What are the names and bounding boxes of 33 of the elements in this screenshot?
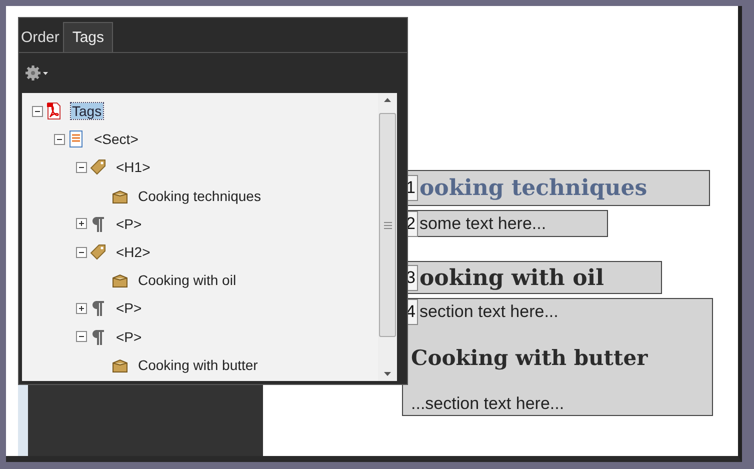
paragraph-text: some text here... [419, 214, 546, 234]
tree-item[interactable]: Tags [71, 103, 103, 120]
tree-item[interactable]: <P> [115, 328, 143, 345]
expand-toggle-icon[interactable] [54, 134, 65, 145]
expand-toggle-icon[interactable] [76, 302, 87, 314]
expand-toggle-icon[interactable] [32, 106, 43, 117]
grip-icon [384, 222, 392, 228]
heading-text: ooking techniques [419, 175, 648, 201]
tree-item[interactable]: <Sect> [93, 131, 140, 148]
pdf-icon [45, 102, 63, 120]
scrollbar[interactable] [378, 93, 397, 381]
gear-icon[interactable] [25, 65, 49, 81]
expand-toggle-icon[interactable] [76, 218, 87, 230]
document-icon [67, 130, 85, 148]
panel-tab[interactable]: Tags [63, 22, 114, 52]
expand-toggle-icon[interactable] [76, 331, 87, 342]
tree-item[interactable]: <P> [115, 300, 143, 316]
tree-item[interactable]: Cooking with butter [137, 356, 259, 373]
section-text: section text here... [419, 302, 558, 322]
tag-icon [89, 243, 107, 262]
tree-item[interactable]: <H1> [115, 159, 152, 176]
scroll-thumb[interactable] [379, 113, 396, 337]
section-heading: Cooking with butter [411, 345, 648, 370]
expand-toggle-icon[interactable] [76, 162, 87, 173]
tree-item[interactable]: <H2> [115, 244, 152, 260]
panel-tab[interactable]: Order [19, 23, 64, 52]
tree-item[interactable]: <P> [115, 216, 143, 232]
tree-item[interactable]: Cooking techniques [137, 188, 262, 204]
tag-icon [89, 158, 107, 176]
heading-text: ooking with oil [419, 264, 605, 290]
tree-item[interactable]: Cooking with oil [137, 272, 238, 288]
expand-toggle-icon[interactable] [76, 246, 87, 258]
section-text: ...section text here... [411, 394, 564, 414]
